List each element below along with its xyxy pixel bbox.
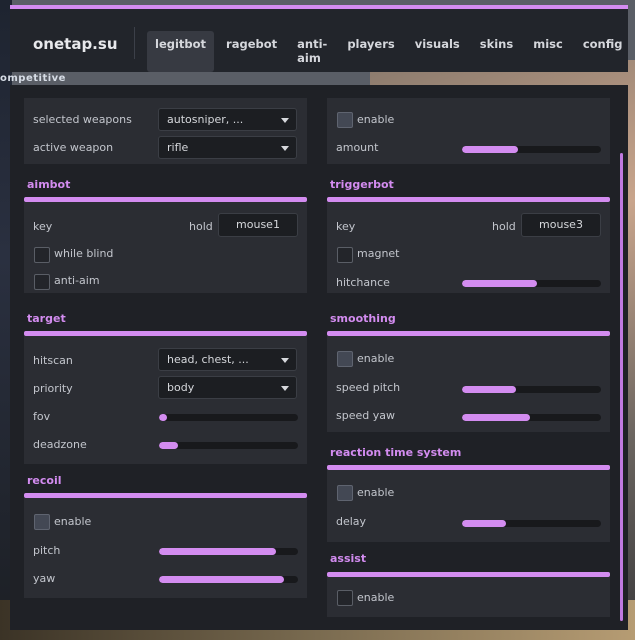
speed-pitch-slider-fill: [462, 386, 517, 393]
recoil-panel: enable pitch yaw: [24, 498, 307, 598]
aimbot-panel: key hold mouse1 while blind anti-aim: [24, 202, 307, 293]
deadzone-slider[interactable]: [159, 442, 298, 449]
triggerbot-key-label: key: [336, 220, 356, 233]
hitchance-slider-fill: [462, 280, 538, 287]
tab-misc[interactable]: misc: [525, 31, 571, 72]
amount-slider-fill: [462, 146, 518, 153]
anti-aim-checkbox[interactable]: [34, 274, 50, 290]
top-enable-label: enable: [357, 113, 395, 126]
aimbot-key-bind[interactable]: mouse1: [218, 213, 298, 237]
triggerbot-title: triggerbot: [330, 178, 394, 191]
speed-pitch-slider[interactable]: [462, 386, 601, 393]
triggerbot-key-bind[interactable]: mouse3: [521, 213, 601, 237]
hitscan-value: head, chest, ...: [167, 353, 249, 366]
smoothing-panel: enable speed pitch speed yaw: [327, 336, 610, 432]
recoil-yaw-slider[interactable]: [159, 576, 298, 583]
while-blind-checkbox[interactable]: [34, 247, 50, 263]
assist-enable-label: enable: [357, 591, 395, 604]
tab-config[interactable]: config: [575, 31, 631, 72]
recoil-enable-label: enable: [54, 515, 92, 528]
priority-value: body: [167, 381, 195, 394]
delay-label: delay: [336, 515, 367, 528]
reaction-title: reaction time system: [330, 446, 462, 459]
selected-weapons-value: autosniper, ...: [167, 113, 244, 126]
active-weapon-dropdown[interactable]: rifle: [158, 136, 297, 159]
aimbot-key-label: key: [33, 220, 53, 233]
main-tabs: legitbot ragebot anti-aim players visual…: [147, 31, 630, 72]
speed-yaw-label: speed yaw: [336, 409, 395, 422]
speed-yaw-slider[interactable]: [462, 414, 601, 421]
hitscan-dropdown[interactable]: head, chest, ...: [158, 348, 297, 371]
tab-anti-aim[interactable]: anti-aim: [289, 31, 335, 72]
hitchance-label: hitchance: [336, 276, 390, 289]
priority-dropdown[interactable]: body: [158, 376, 297, 399]
weapons-panel: selected weapons autosniper, ... active …: [24, 98, 307, 164]
magnet-label: magnet: [357, 247, 400, 260]
settings-window: selected weapons autosniper, ... active …: [10, 85, 628, 630]
target-title: target: [27, 312, 66, 325]
while-blind-label: while blind: [54, 247, 114, 260]
speed-pitch-label: speed pitch: [336, 381, 401, 394]
background-mode-text: ompetitive: [0, 73, 66, 84]
reaction-enable-label: enable: [357, 486, 395, 499]
hitchance-slider[interactable]: [462, 280, 601, 287]
tab-ragebot[interactable]: ragebot: [218, 31, 285, 72]
smoothing-enable-checkbox[interactable]: [337, 351, 353, 367]
smoothing-title: smoothing: [330, 312, 396, 325]
target-panel: hitscan head, chest, ... priority body f…: [24, 336, 307, 464]
assist-enable-checkbox[interactable]: [337, 590, 353, 606]
anti-aim-label: anti-aim: [54, 274, 100, 287]
chevron-down-icon: [281, 358, 289, 363]
delay-slider[interactable]: [462, 520, 601, 527]
header-separator: [134, 27, 135, 59]
reaction-panel: enable delay: [327, 470, 610, 542]
amount-slider[interactable]: [462, 146, 601, 153]
assist-title: assist: [330, 552, 367, 565]
smoothing-enable-label: enable: [357, 352, 395, 365]
triggerbot-key-mode[interactable]: hold: [492, 220, 516, 233]
fov-label: fov: [33, 410, 51, 423]
fov-slider[interactable]: [159, 414, 298, 421]
scrollbar[interactable]: [620, 153, 623, 621]
tab-players[interactable]: players: [339, 31, 402, 72]
speed-yaw-slider-fill: [462, 414, 531, 421]
fov-slider-fill: [159, 414, 168, 421]
deadzone-slider-fill: [159, 442, 179, 449]
assist-panel: enable: [327, 577, 610, 617]
header-bar: onetap.su legitbot ragebot anti-aim play…: [10, 5, 628, 72]
recoil-pitch-slider-fill: [159, 548, 276, 555]
recoil-pitch-slider[interactable]: [159, 548, 298, 555]
aimbot-key-mode[interactable]: hold: [189, 220, 213, 233]
recoil-enable-checkbox[interactable]: [34, 514, 50, 530]
tab-legitbot[interactable]: legitbot: [147, 31, 215, 72]
recoil-pitch-label: pitch: [33, 544, 61, 557]
tab-visuals[interactable]: visuals: [407, 31, 468, 72]
triggerbot-panel: key hold mouse3 magnet hitchance: [327, 202, 610, 293]
magnet-checkbox[interactable]: [337, 247, 353, 263]
chevron-down-icon: [281, 118, 289, 123]
tab-skins[interactable]: skins: [472, 31, 521, 72]
recoil-yaw-slider-fill: [159, 576, 285, 583]
top-right-panel: enable amount: [327, 98, 610, 164]
recoil-yaw-label: yaw: [33, 572, 56, 585]
priority-label: priority: [33, 382, 73, 395]
top-enable-checkbox[interactable]: [337, 112, 353, 128]
active-weapon-label: active weapon: [33, 141, 114, 154]
recoil-title: recoil: [27, 474, 62, 487]
chevron-down-icon: [281, 146, 289, 151]
hitscan-label: hitscan: [33, 354, 73, 367]
selected-weapons-dropdown[interactable]: autosniper, ...: [158, 108, 297, 131]
reaction-enable-checkbox[interactable]: [337, 485, 353, 501]
aimbot-title: aimbot: [27, 178, 71, 191]
selected-weapons-label: selected weapons: [33, 113, 132, 126]
active-weapon-value: rifle: [167, 141, 189, 154]
delay-slider-fill: [462, 520, 507, 527]
deadzone-label: deadzone: [33, 438, 87, 451]
amount-label: amount: [336, 141, 379, 154]
logo: onetap.su: [33, 35, 118, 53]
chevron-down-icon: [281, 386, 289, 391]
